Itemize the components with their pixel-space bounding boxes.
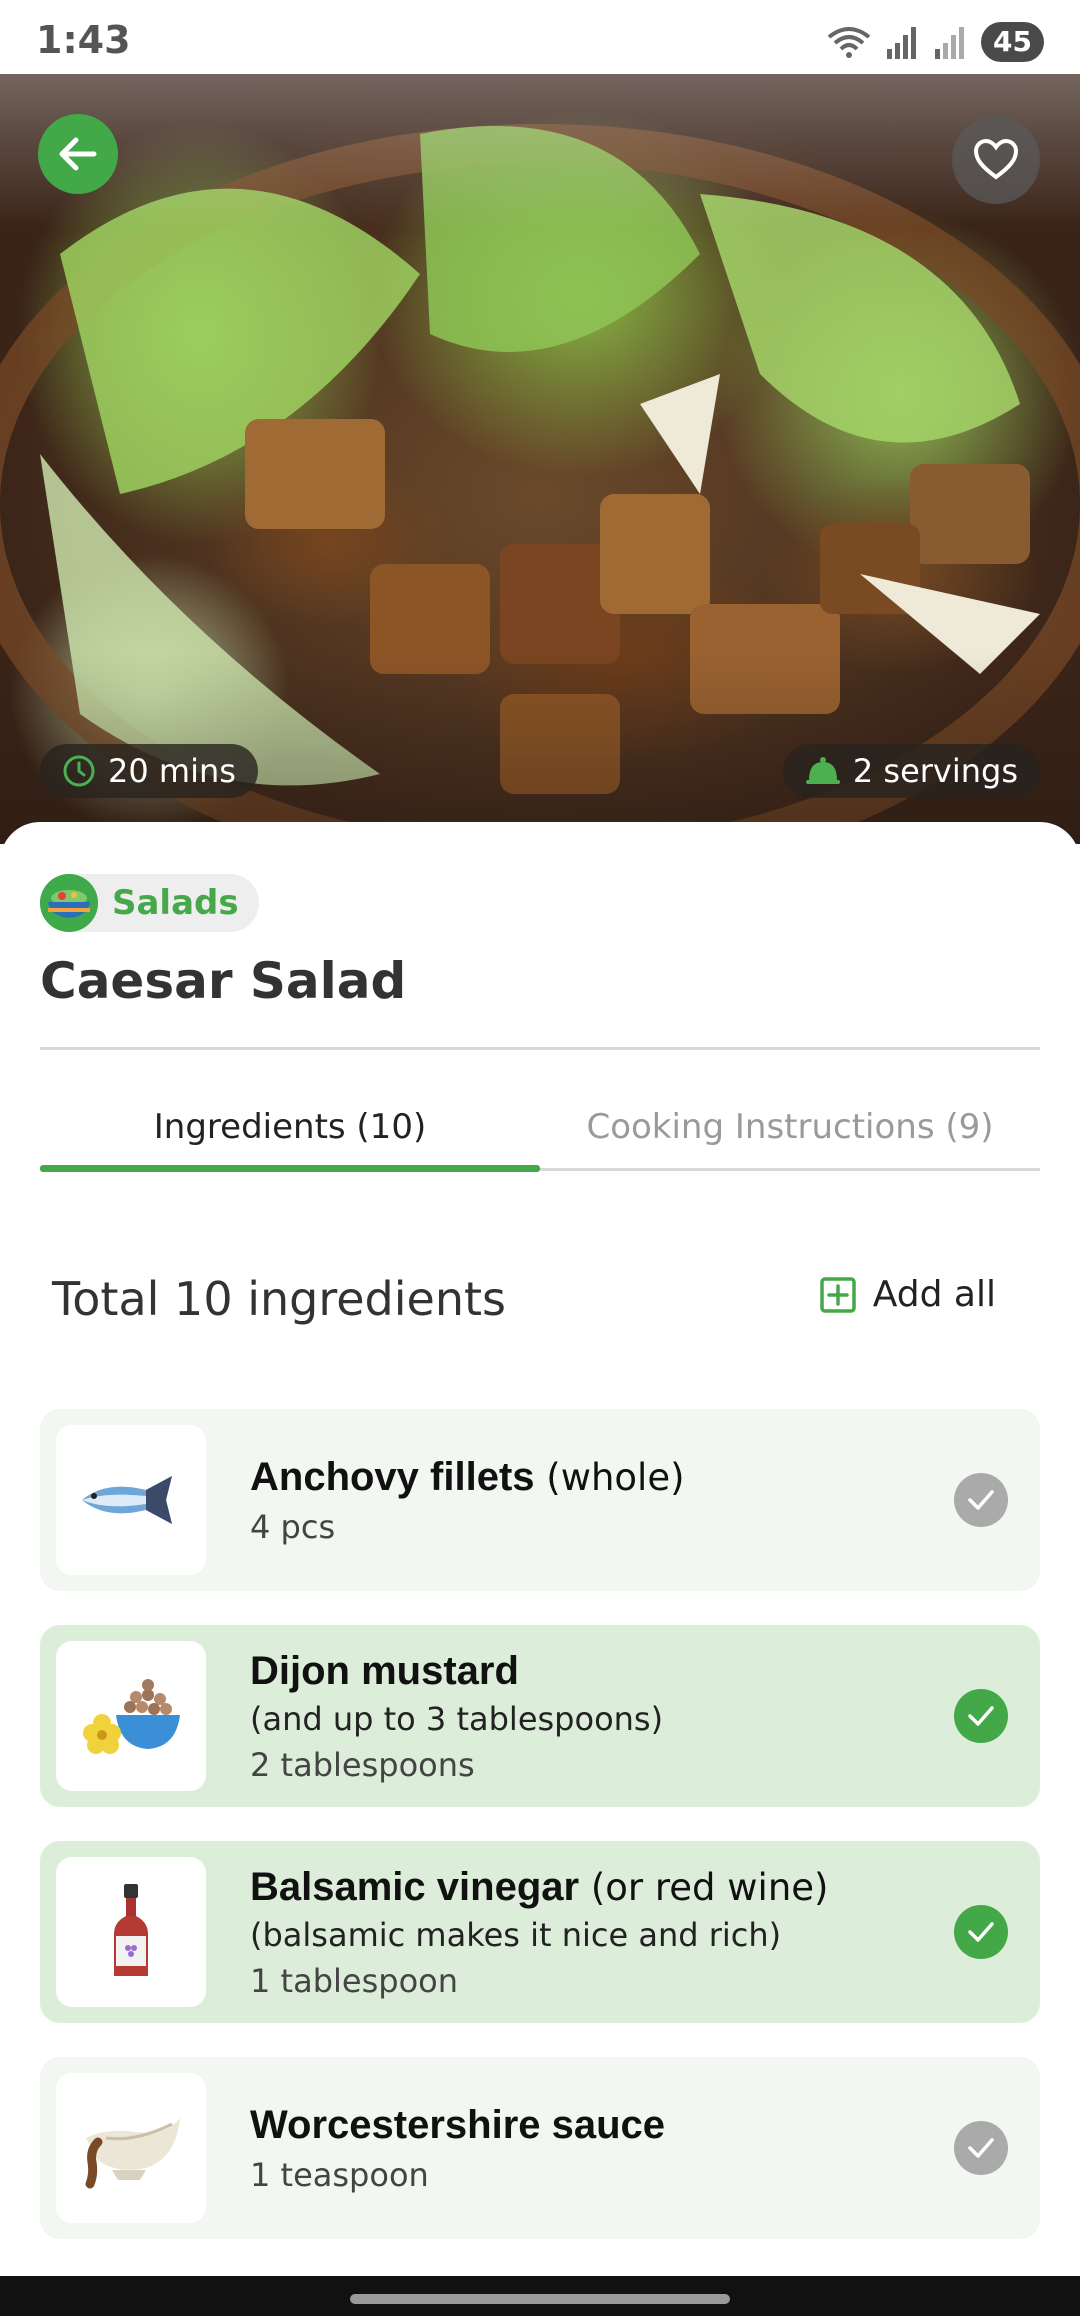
active-tab-indicator: [40, 1165, 540, 1172]
status-time: 1:43: [36, 18, 131, 62]
ingredient-check-toggle[interactable]: [954, 1689, 1008, 1743]
ingredient-quantity: 2 tablespoons: [250, 1745, 475, 1784]
ingredient-note: (and up to 3 tablespoons): [250, 1699, 664, 1738]
signal-icon: [887, 27, 917, 59]
ingredient-name-line: Anchovy fillets (whole): [250, 1455, 954, 1500]
check-icon: [968, 1922, 994, 1942]
ingredient-check-toggle[interactable]: [954, 1473, 1008, 1527]
prep-time-text: 20 mins: [108, 752, 236, 790]
ingredient-thumbnail: [56, 2073, 206, 2223]
add-all-button[interactable]: Add all: [819, 1274, 996, 1315]
ingredient-name-line: Worcestershire sauce: [250, 2103, 954, 2148]
ingredient-quantity: 1 teaspoon: [250, 2155, 429, 2194]
ingredient-item[interactable]: Worcestershire sauce 1 teaspoon: [40, 2057, 1040, 2239]
ingredient-thumbnail: [56, 1857, 206, 2007]
ingredient-item[interactable]: Balsamic vinegar (or red wine) (balsamic…: [40, 1841, 1040, 2023]
ingredient-text: Balsamic vinegar (or red wine) (balsamic…: [250, 1865, 954, 2000]
recipe-title: Caesar Salad: [40, 952, 407, 1010]
recipe-hero-image: 20 mins 2 servings: [0, 74, 1080, 844]
ingredient-qualifier: (whole): [534, 1455, 685, 1499]
arrow-left-icon: [59, 137, 97, 171]
ingredient-name: Anchovy fillets: [250, 1454, 535, 1499]
category-chip[interactable]: Salads: [40, 874, 259, 932]
sauce-boat-icon: [85, 2118, 180, 2189]
plus-square-icon: [820, 1276, 856, 1313]
signal-weak-icon: [935, 27, 965, 59]
ingredient-qualifier: (or red wine): [579, 1865, 829, 1909]
tab-cooking-instructions[interactable]: Cooking Instructions (9): [540, 1082, 1040, 1172]
ingredient-check-toggle[interactable]: [954, 2121, 1008, 2175]
vinegar-bottle-icon: [114, 1884, 148, 1976]
battery-indicator: 45: [981, 22, 1044, 62]
wifi-icon: [827, 27, 871, 58]
recipe-tabs: Ingredients (10) Cooking Instructions (9…: [40, 1082, 1040, 1172]
status-icons: 45: [827, 22, 1044, 62]
check-icon: [968, 2138, 994, 2158]
ingredient-item[interactable]: Anchovy fillets (whole) 4 pcs: [40, 1409, 1040, 1591]
system-navigation-bar: [0, 2276, 1080, 2316]
heart-icon: [973, 139, 1019, 180]
back-button[interactable]: [38, 114, 118, 194]
ingredient-note: (balsamic makes it nice and rich): [250, 1915, 782, 1954]
add-all-label: Add all: [872, 1274, 996, 1315]
favorite-button[interactable]: [952, 116, 1040, 204]
mustard-bowl-icon: [83, 1679, 180, 1754]
status-bar: 1:43 45: [0, 0, 1080, 74]
ingredient-thumbnail: [56, 1425, 206, 1575]
ingredient-text: Worcestershire sauce 1 teaspoon: [250, 2103, 954, 2194]
category-label: Salads: [112, 883, 239, 923]
hero-overlay: [0, 74, 1080, 844]
salad-bowl-icon: [40, 874, 98, 932]
check-icon: [968, 1490, 994, 1510]
ingredient-thumbnail: [56, 1641, 206, 1791]
serving-dish-icon: [805, 757, 840, 784]
ingredient-name: Worcestershire sauce: [250, 2102, 666, 2147]
tab-ingredients[interactable]: Ingredients (10): [40, 1082, 540, 1172]
ingredient-quantity: 1 tablespoon: [250, 1961, 458, 2000]
ingredient-name-line: Balsamic vinegar (or red wine): [250, 1865, 954, 1910]
title-divider: [40, 1047, 1040, 1050]
ingredient-name: Dijon mustard: [250, 1648, 519, 1693]
fish-icon: [82, 1476, 172, 1524]
servings-text: 2 servings: [852, 752, 1018, 790]
home-gesture-handle[interactable]: [350, 2294, 730, 2304]
recipe-details-sheet: Salads Caesar Salad Ingredients (10) Coo…: [0, 822, 1080, 2282]
servings-pill: 2 servings: [782, 744, 1040, 798]
ingredient-quantity: 4 pcs: [250, 1507, 336, 1546]
prep-time-pill: 20 mins: [40, 744, 258, 798]
clock-icon: [63, 755, 95, 787]
ingredient-text: Anchovy fillets (whole) 4 pcs: [250, 1455, 954, 1546]
check-icon: [968, 1706, 994, 1726]
ingredient-name: Balsamic vinegar: [250, 1864, 580, 1909]
ingredient-check-toggle[interactable]: [954, 1905, 1008, 1959]
ingredient-text: Dijon mustard (and up to 3 tablespoons) …: [250, 1649, 954, 1784]
ingredient-name-line: Dijon mustard: [250, 1649, 954, 1694]
ingredient-item[interactable]: Dijon mustard (and up to 3 tablespoons) …: [40, 1625, 1040, 1807]
total-ingredients: Total 10 ingredients: [52, 1272, 506, 1326]
